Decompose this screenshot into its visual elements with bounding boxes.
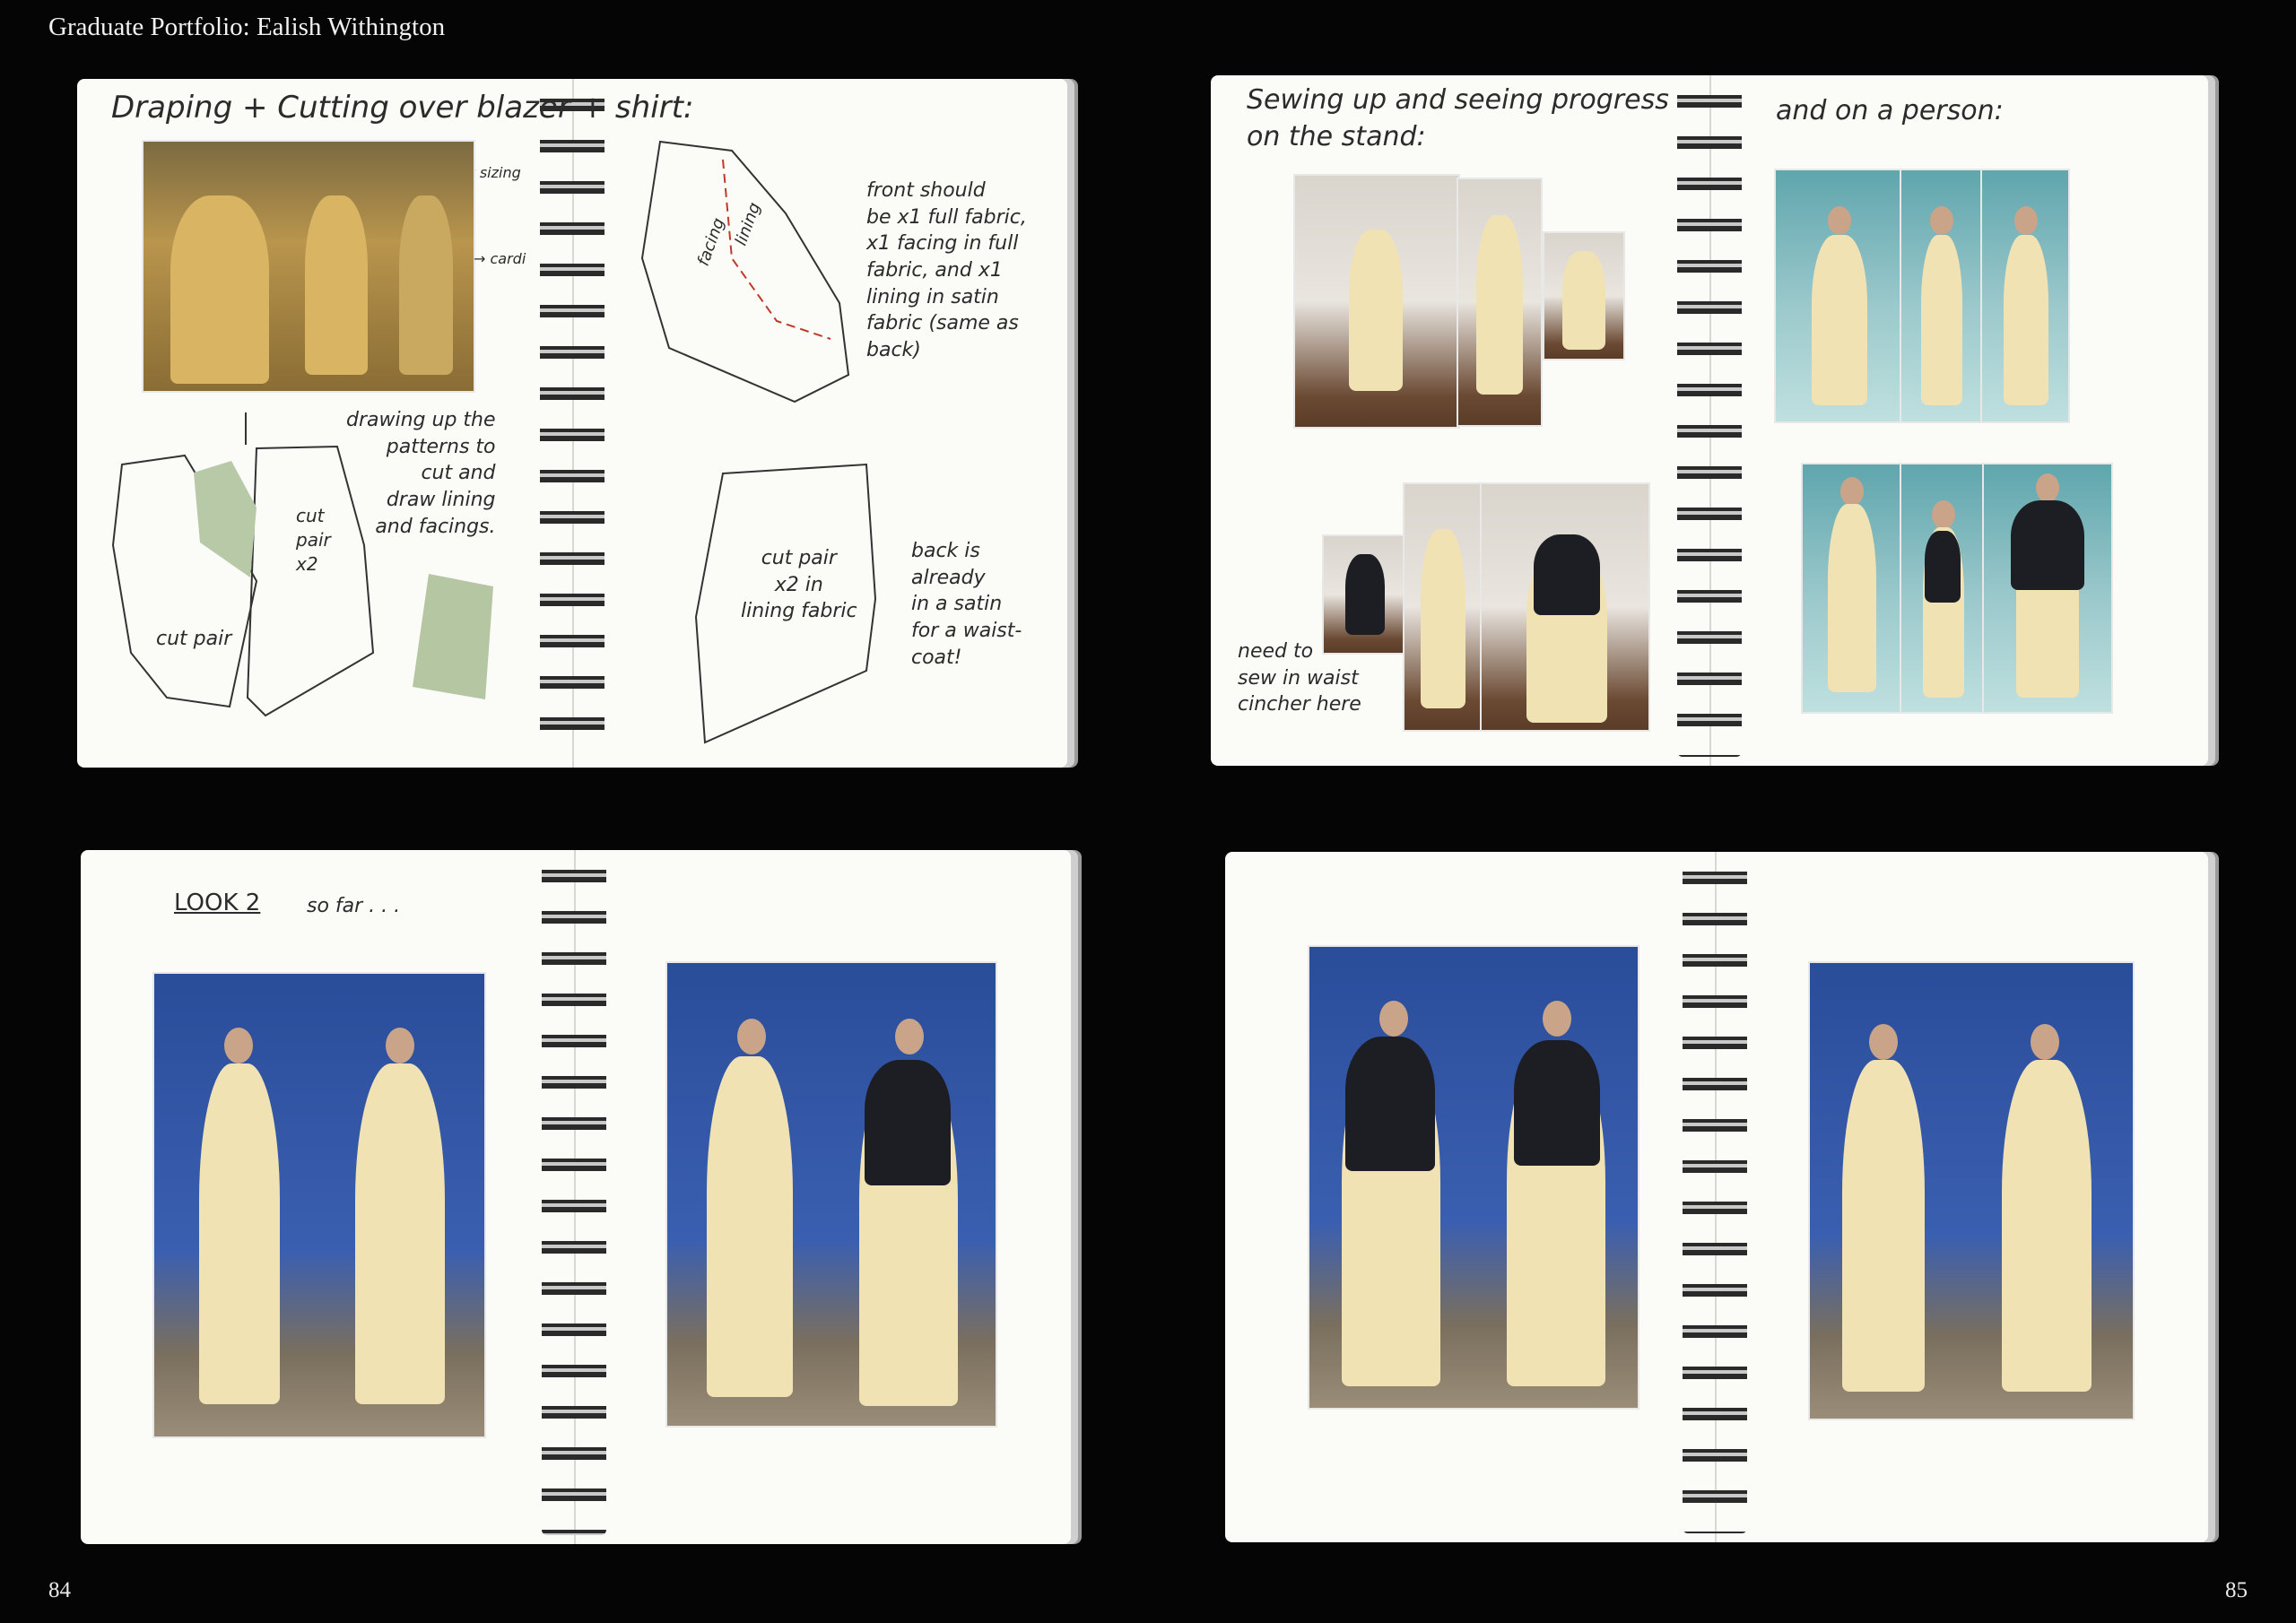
waistcoat [1925, 531, 1961, 603]
look-photo-side-front [1810, 963, 2133, 1419]
figure [2002, 1060, 2092, 1392]
waist-cincher-note: need to sew in waist cincher here [1238, 640, 1361, 716]
person-photo [1901, 170, 1982, 421]
spread2-title: Sewing up and seeing progress on the sta… [1247, 84, 1669, 152]
stand-photo [1544, 233, 1623, 359]
garment-on-stand [1476, 215, 1523, 395]
figure [199, 1063, 280, 1404]
waistcoat-on-stand [1534, 534, 1600, 615]
notebook-spread-look2-cont [1225, 852, 2208, 1542]
waistcoat [1345, 1037, 1435, 1171]
garment-on-stand [1421, 529, 1465, 708]
look-subtitle: so far . . . [307, 895, 401, 917]
person-photo [1984, 464, 2111, 712]
spiral-binding [542, 859, 606, 1535]
look-title: LOOK 2 [174, 890, 261, 916]
look-photo-front [154, 974, 484, 1436]
garment-on-stand [1562, 251, 1605, 350]
spread2-title-right: and on a person: [1776, 95, 2004, 126]
figure [2004, 235, 2048, 405]
notebook-spread-drafting: Draping + Cutting over blazer + shirt: f… [77, 79, 1067, 768]
figure [1842, 1060, 1925, 1392]
figure [1812, 235, 1867, 405]
stand-photo [1324, 536, 1405, 653]
look-photo-back [1309, 947, 1638, 1408]
waistcoat [865, 1060, 951, 1185]
person-photo [1776, 170, 1901, 421]
page-number-right: 85 [2225, 1578, 2248, 1602]
waistcoat [1514, 1040, 1600, 1166]
spiral-binding [1683, 861, 1747, 1533]
cut-pair-x2-label: cut pair x2 [296, 505, 331, 575]
stand-photo [1458, 179, 1541, 425]
look-photo-side-back [667, 963, 996, 1426]
person-photo [1982, 170, 2068, 421]
stand-photo [1295, 176, 1458, 427]
notebook-spread-look2: LOOK 2 so far . . . [81, 850, 1071, 1544]
drawing-note: drawing up the patterns to cut and draw … [346, 409, 496, 538]
person-photo [1901, 464, 1984, 712]
waistcoat-on-stand [1345, 554, 1385, 635]
figure [707, 1056, 793, 1397]
front-piece-note: front should be x1 full fabric, x1 facin… [866, 179, 1027, 362]
back-piece-note: back is already in a satin for a waist- … [911, 540, 1022, 669]
figure [1921, 235, 1962, 405]
cut-pair-label: cut pair [156, 628, 232, 650]
notebook-spread-sewing: Sewing up and seeing progress on the sta… [1211, 75, 2208, 766]
person-photo [1803, 464, 1901, 712]
portfolio-header: Graduate Portfolio: Ealish Withington [48, 13, 446, 41]
stand-photo [1405, 484, 1482, 730]
spiral-binding [1677, 84, 1742, 757]
figure [355, 1063, 445, 1404]
figure [1828, 504, 1876, 692]
back-piece-label: cut pair x2 in lining fabric [741, 547, 857, 623]
waistcoat [2011, 500, 2084, 590]
page-number-left: 84 [48, 1578, 71, 1602]
stand-photo [1482, 484, 1648, 730]
garment-on-stand [1349, 230, 1403, 391]
